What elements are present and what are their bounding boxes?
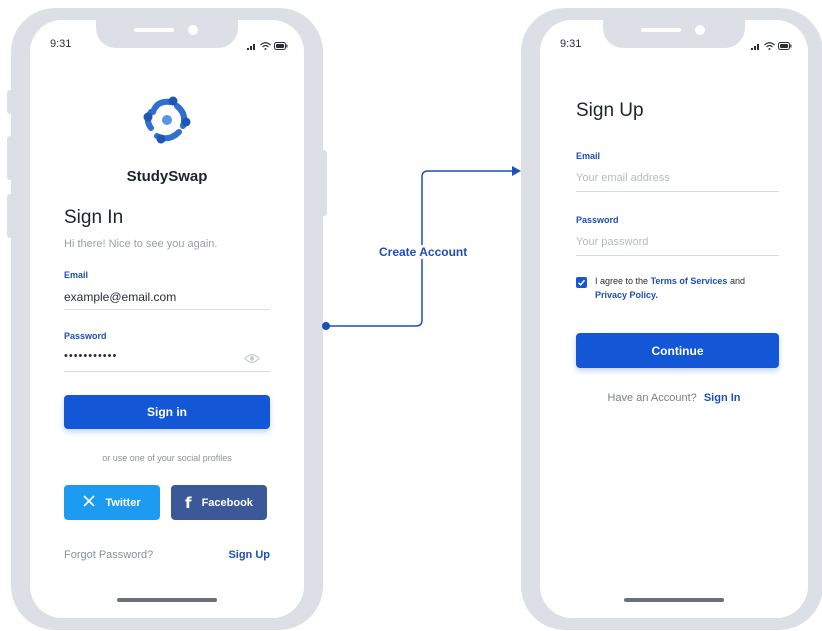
notch bbox=[603, 20, 745, 48]
status-icons bbox=[751, 37, 792, 55]
flow-arrowhead bbox=[512, 166, 521, 176]
signin-link[interactable]: Sign In bbox=[704, 392, 741, 404]
flow-label: Create Account bbox=[377, 245, 470, 259]
status-time: 9:31 bbox=[560, 38, 582, 50]
home-indicator bbox=[624, 598, 724, 602]
password-field[interactable]: Your password bbox=[576, 236, 648, 248]
have-account-text: Have an Account? bbox=[607, 392, 697, 404]
signal-icon bbox=[751, 37, 761, 55]
terms-checkbox[interactable] bbox=[576, 277, 587, 288]
signup-phone-frame: 9:31 Sign Up Email Your email address Pa… bbox=[521, 8, 822, 630]
agree-prefix: I agree to the bbox=[595, 276, 649, 286]
terms-link[interactable]: Terms of Services bbox=[651, 276, 728, 286]
flow-start-dot bbox=[322, 322, 330, 330]
battery-icon bbox=[778, 37, 792, 55]
email-underline bbox=[576, 191, 779, 192]
signup-screen: 9:31 Sign Up Email Your email address Pa… bbox=[540, 20, 808, 618]
terms-agreement-text: I agree to the Terms of Services and Pri… bbox=[595, 274, 775, 302]
email-field[interactable]: Your email address bbox=[576, 172, 670, 184]
checkmark-icon bbox=[577, 279, 586, 286]
privacy-link[interactable]: Privacy Policy. bbox=[595, 290, 658, 300]
wifi-icon bbox=[764, 37, 775, 55]
continue-button[interactable]: Continue bbox=[576, 333, 779, 368]
page-title: Sign Up bbox=[576, 100, 644, 121]
have-account-row: Have an Account? Sign In bbox=[540, 392, 808, 404]
password-label: Password bbox=[576, 215, 619, 225]
agree-and: and bbox=[729, 276, 745, 286]
password-underline bbox=[576, 255, 779, 256]
email-label: Email bbox=[576, 151, 601, 161]
